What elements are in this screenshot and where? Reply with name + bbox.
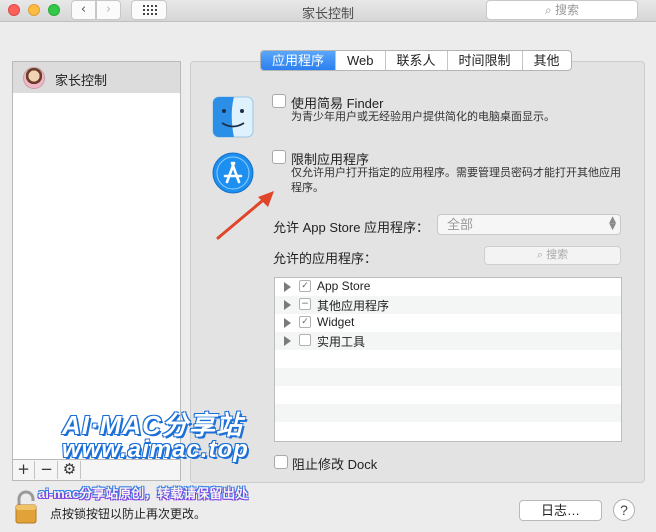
- search-placeholder: 搜索: [555, 3, 580, 17]
- annotation-arrow-icon: [216, 191, 274, 240]
- disclosure-triangle-icon[interactable]: [284, 336, 291, 346]
- app-search-input[interactable]: ⌕ 搜索: [484, 246, 621, 265]
- empty-row: [275, 350, 621, 368]
- app-checkbox[interactable]: [299, 334, 311, 346]
- user-list: 家长控制: [12, 61, 181, 460]
- logs-button[interactable]: 日志…: [519, 500, 602, 521]
- list-item[interactable]: 实用工具: [275, 332, 621, 350]
- help-button[interactable]: ?: [613, 499, 635, 521]
- lock-hint: 点按锁按钮以防止再次更改。: [50, 507, 207, 521]
- app-checkbox[interactable]: ✓: [299, 316, 311, 328]
- watermark-note: ai-mac分享站原创，转载请保留出处: [38, 486, 249, 501]
- add-user-button[interactable]: +: [13, 461, 35, 479]
- search-input[interactable]: ⌕ 搜索: [486, 0, 638, 20]
- updown-icon: ▲ ▼: [609, 215, 616, 232]
- remove-user-button[interactable]: −: [36, 461, 58, 479]
- disclosure-triangle-icon[interactable]: [284, 282, 291, 292]
- empty-row: [275, 386, 621, 404]
- list-item[interactable]: − 其他应用程序: [275, 296, 621, 314]
- prevent-dock-label: 阻止修改 Dock: [292, 457, 378, 472]
- allowed-apps-label: 允许的应用程序：: [273, 251, 378, 266]
- disclosure-triangle-icon[interactable]: [284, 300, 291, 310]
- search-icon: ⌕: [536, 249, 544, 261]
- app-checkbox[interactable]: ✓: [299, 280, 311, 292]
- tab-time-limits[interactable]: 时间限制: [448, 51, 523, 70]
- sidebar-item-parental-controls[interactable]: 家长控制: [13, 62, 180, 93]
- disclosure-triangle-icon[interactable]: [284, 318, 291, 328]
- empty-row: [275, 368, 621, 386]
- app-checkbox[interactable]: −: [299, 298, 311, 310]
- minus-icon: −: [40, 460, 53, 478]
- list-item[interactable]: ✓ Widget: [275, 314, 621, 332]
- tab-other[interactable]: 其他: [523, 51, 571, 70]
- app-store-age-value: 全部: [447, 217, 474, 232]
- finder-icon: [212, 96, 254, 138]
- list-item-label: 其他应用程序: [317, 299, 390, 313]
- allowed-apps-list: ✓ App Store − 其他应用程序 ✓ Widget 实用工具: [274, 277, 622, 442]
- limit-apps-checkbox[interactable]: [272, 150, 286, 164]
- app-search-placeholder: 搜索: [546, 249, 569, 261]
- prevent-dock-checkbox[interactable]: [274, 455, 288, 469]
- simple-finder-description: 为青少年用户或无经验用户提供简化的电脑桌面显示。: [291, 111, 555, 123]
- list-item[interactable]: ✓ App Store: [275, 278, 621, 296]
- list-item-label: App Store: [317, 279, 371, 293]
- question-icon: ?: [620, 502, 628, 518]
- limit-apps-description: 仅允许用户打开指定的应用程序。需要管理员密码才能打开其他应用程序。: [291, 167, 621, 194]
- tab-apps[interactable]: 应用程序: [261, 51, 337, 70]
- simple-finder-checkbox[interactable]: [272, 94, 286, 108]
- list-item-label: 实用工具: [317, 335, 366, 349]
- search-icon: ⌕: [544, 3, 552, 17]
- tab-contacts[interactable]: 联系人: [386, 51, 448, 70]
- tab-web[interactable]: Web: [336, 51, 386, 70]
- tab-bar: 应用程序 Web 联系人 时间限制 其他: [260, 50, 572, 71]
- sidebar-item-label: 家长控制: [55, 73, 108, 88]
- list-item-label: Widget: [317, 315, 355, 329]
- app-store-age-select[interactable]: 全部 ▲ ▼: [437, 214, 621, 235]
- title-bar: ‹ › 家长控制 ⌕ 搜索: [0, 0, 656, 22]
- watermark-url: www.aimac.top: [62, 436, 249, 463]
- app-store-allow-label: 允许 App Store 应用程序：: [273, 220, 430, 235]
- empty-row: [275, 404, 621, 422]
- plus-icon: +: [17, 460, 30, 478]
- lock-icon[interactable]: [14, 489, 38, 525]
- avatar: [23, 67, 45, 89]
- empty-row: [275, 422, 621, 440]
